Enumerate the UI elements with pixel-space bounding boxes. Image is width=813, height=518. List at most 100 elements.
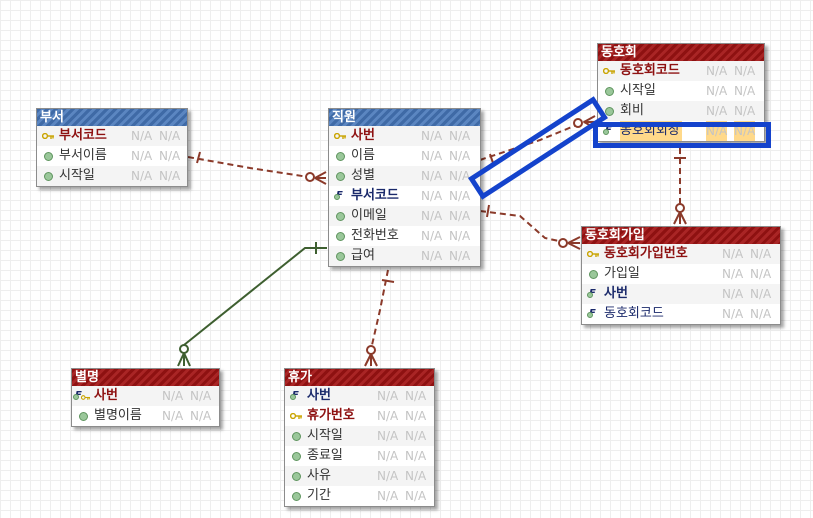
column-type-na: N/A: [131, 169, 153, 183]
column-name: 별명이름: [94, 408, 142, 423]
column-name: 사번: [307, 388, 331, 403]
column-row[interactable]: 회비 N/A N/A: [598, 101, 764, 121]
column-null-na: N/A: [405, 449, 427, 463]
column-null-na: N/A: [190, 389, 212, 403]
rel-buseo-jigwon: [187, 151, 327, 185]
column-row[interactable]: 부서코드 N/A N/A: [37, 126, 187, 146]
attribute-icon: [586, 267, 600, 281]
column-type-na: N/A: [421, 189, 443, 203]
column-row[interactable]: 별명이름 N/A N/A: [72, 406, 219, 426]
column-name: 기간: [307, 488, 331, 503]
column-type-na: N/A: [377, 429, 399, 443]
column-row[interactable]: 급여 N/A N/A: [329, 246, 480, 266]
column-name: 이메일: [351, 208, 387, 223]
column-row[interactable]: F 동호회코드 N/A N/A: [582, 304, 780, 324]
column-type-na: N/A: [421, 209, 443, 223]
column-row[interactable]: 휴가번호 N/A N/A: [285, 406, 434, 426]
column-name: 부서코드: [59, 128, 107, 143]
column-null-na: N/A: [734, 104, 756, 118]
column-name: 사번: [351, 128, 375, 143]
column-row[interactable]: F 사번 N/A N/A: [582, 284, 780, 304]
attribute-icon: [333, 169, 347, 183]
column-name: 시작일: [307, 428, 343, 443]
column-null-na: N/A: [405, 389, 427, 403]
primary-key-icon: [333, 129, 347, 143]
column-type-na: N/A: [722, 287, 744, 301]
column-name: 휴가번호: [307, 408, 355, 423]
column-row[interactable]: 시작일 N/A N/A: [285, 426, 434, 446]
column-null-na: N/A: [750, 267, 772, 281]
attribute-icon: [289, 489, 303, 503]
highlight-box-column: [593, 122, 771, 148]
column-type-na: N/A: [421, 229, 443, 243]
column-type-na: N/A: [706, 84, 728, 98]
entity-buseo[interactable]: 부서 부서코드 N/A N/A 부서이름 N/A N/A 시작일 N/A N/A: [36, 108, 188, 187]
attribute-icon: [333, 229, 347, 243]
entity-title: 직원: [329, 109, 480, 126]
column-type-na: N/A: [722, 247, 744, 261]
column-name: 부서코드: [351, 188, 399, 203]
column-type-na: N/A: [706, 64, 728, 78]
column-row[interactable]: 이름 N/A N/A: [329, 146, 480, 166]
foreign-key-icon: F: [333, 189, 347, 203]
attribute-icon: [41, 149, 55, 163]
entity-title: 부서: [37, 109, 187, 126]
column-name: 사번: [604, 286, 628, 301]
rel-jigwon-byeolmyeong: [177, 242, 327, 367]
attribute-icon: [289, 429, 303, 443]
column-row[interactable]: 시작일 N/A N/A: [598, 81, 764, 101]
column-row[interactable]: F 부서코드 N/A N/A: [329, 186, 480, 206]
column-row[interactable]: 사번 N/A N/A: [329, 126, 480, 146]
column-name: 종료일: [307, 448, 343, 463]
column-row[interactable]: 가입일 N/A N/A: [582, 264, 780, 284]
column-row[interactable]: 동호회가입번호 N/A N/A: [582, 244, 780, 264]
column-type-na: N/A: [162, 389, 184, 403]
column-null-na: N/A: [405, 489, 427, 503]
primary-key-icon: [41, 129, 55, 143]
column-name: 동호회가입번호: [604, 246, 688, 261]
column-type-na: N/A: [722, 307, 744, 321]
column-row[interactable]: F 사번 N/A N/A: [72, 386, 219, 406]
column-row[interactable]: 시작일 N/A N/A: [37, 166, 187, 186]
column-row[interactable]: 기간 N/A N/A: [285, 486, 434, 506]
column-name: 회비: [620, 103, 644, 118]
column-null-na: N/A: [405, 409, 427, 423]
column-type-na: N/A: [421, 149, 443, 163]
entity-byeolmyeong[interactable]: 별명 F 사번 N/A N/A 별명이름 N/A N/A: [71, 368, 220, 427]
attribute-icon: [289, 469, 303, 483]
column-type-na: N/A: [162, 409, 184, 423]
column-type-na: N/A: [377, 489, 399, 503]
entity-donghohoe-gaip[interactable]: 동호회가입 동호회가입번호 N/A N/A 가입일 N/A N/A F 사번 N/A N/A F 동호…: [581, 226, 781, 325]
rel-jigwon-hyuga: [364, 269, 395, 367]
column-null-na: N/A: [750, 307, 772, 321]
column-name: 성별: [351, 168, 375, 183]
attribute-icon: [76, 409, 90, 423]
foreign-key-icon: F: [586, 287, 600, 301]
column-type-na: N/A: [377, 389, 399, 403]
column-null-na: N/A: [750, 287, 772, 301]
column-name: 급여: [351, 248, 375, 263]
column-name: 시작일: [620, 83, 656, 98]
entity-hyuga[interactable]: 휴가 F 사번 N/A N/A 휴가번호 N/A N/A 시작일 N/A N/A 종료일 N/A N/A…: [284, 368, 435, 507]
column-type-na: N/A: [706, 104, 728, 118]
column-row[interactable]: 이메일 N/A N/A: [329, 206, 480, 226]
column-type-na: N/A: [421, 169, 443, 183]
entity-title: 별명: [72, 369, 219, 386]
column-name: 동호회코드: [604, 306, 664, 321]
column-row[interactable]: 동호회코드 N/A N/A: [598, 61, 764, 81]
attribute-icon: [333, 149, 347, 163]
column-null-na: N/A: [449, 209, 471, 223]
attribute-icon: [602, 84, 616, 98]
column-row[interactable]: F 사번 N/A N/A: [285, 386, 434, 406]
primary-foreign-key-icon: F: [73, 389, 90, 403]
column-null-na: N/A: [405, 469, 427, 483]
column-row[interactable]: 사유 N/A N/A: [285, 466, 434, 486]
column-row[interactable]: 전화번호 N/A N/A: [329, 226, 480, 246]
entity-jigwon[interactable]: 직원 사번N/AN/A이름N/AN/A성별N/AN/AF부서코드N/AN/A이메…: [328, 108, 481, 267]
column-null-na: N/A: [159, 169, 181, 183]
column-null-na: N/A: [190, 409, 212, 423]
column-row[interactable]: 종료일 N/A N/A: [285, 446, 434, 466]
column-name: 시작일: [59, 168, 95, 183]
column-row[interactable]: 부서이름 N/A N/A: [37, 146, 187, 166]
column-row[interactable]: 성별 N/A N/A: [329, 166, 480, 186]
